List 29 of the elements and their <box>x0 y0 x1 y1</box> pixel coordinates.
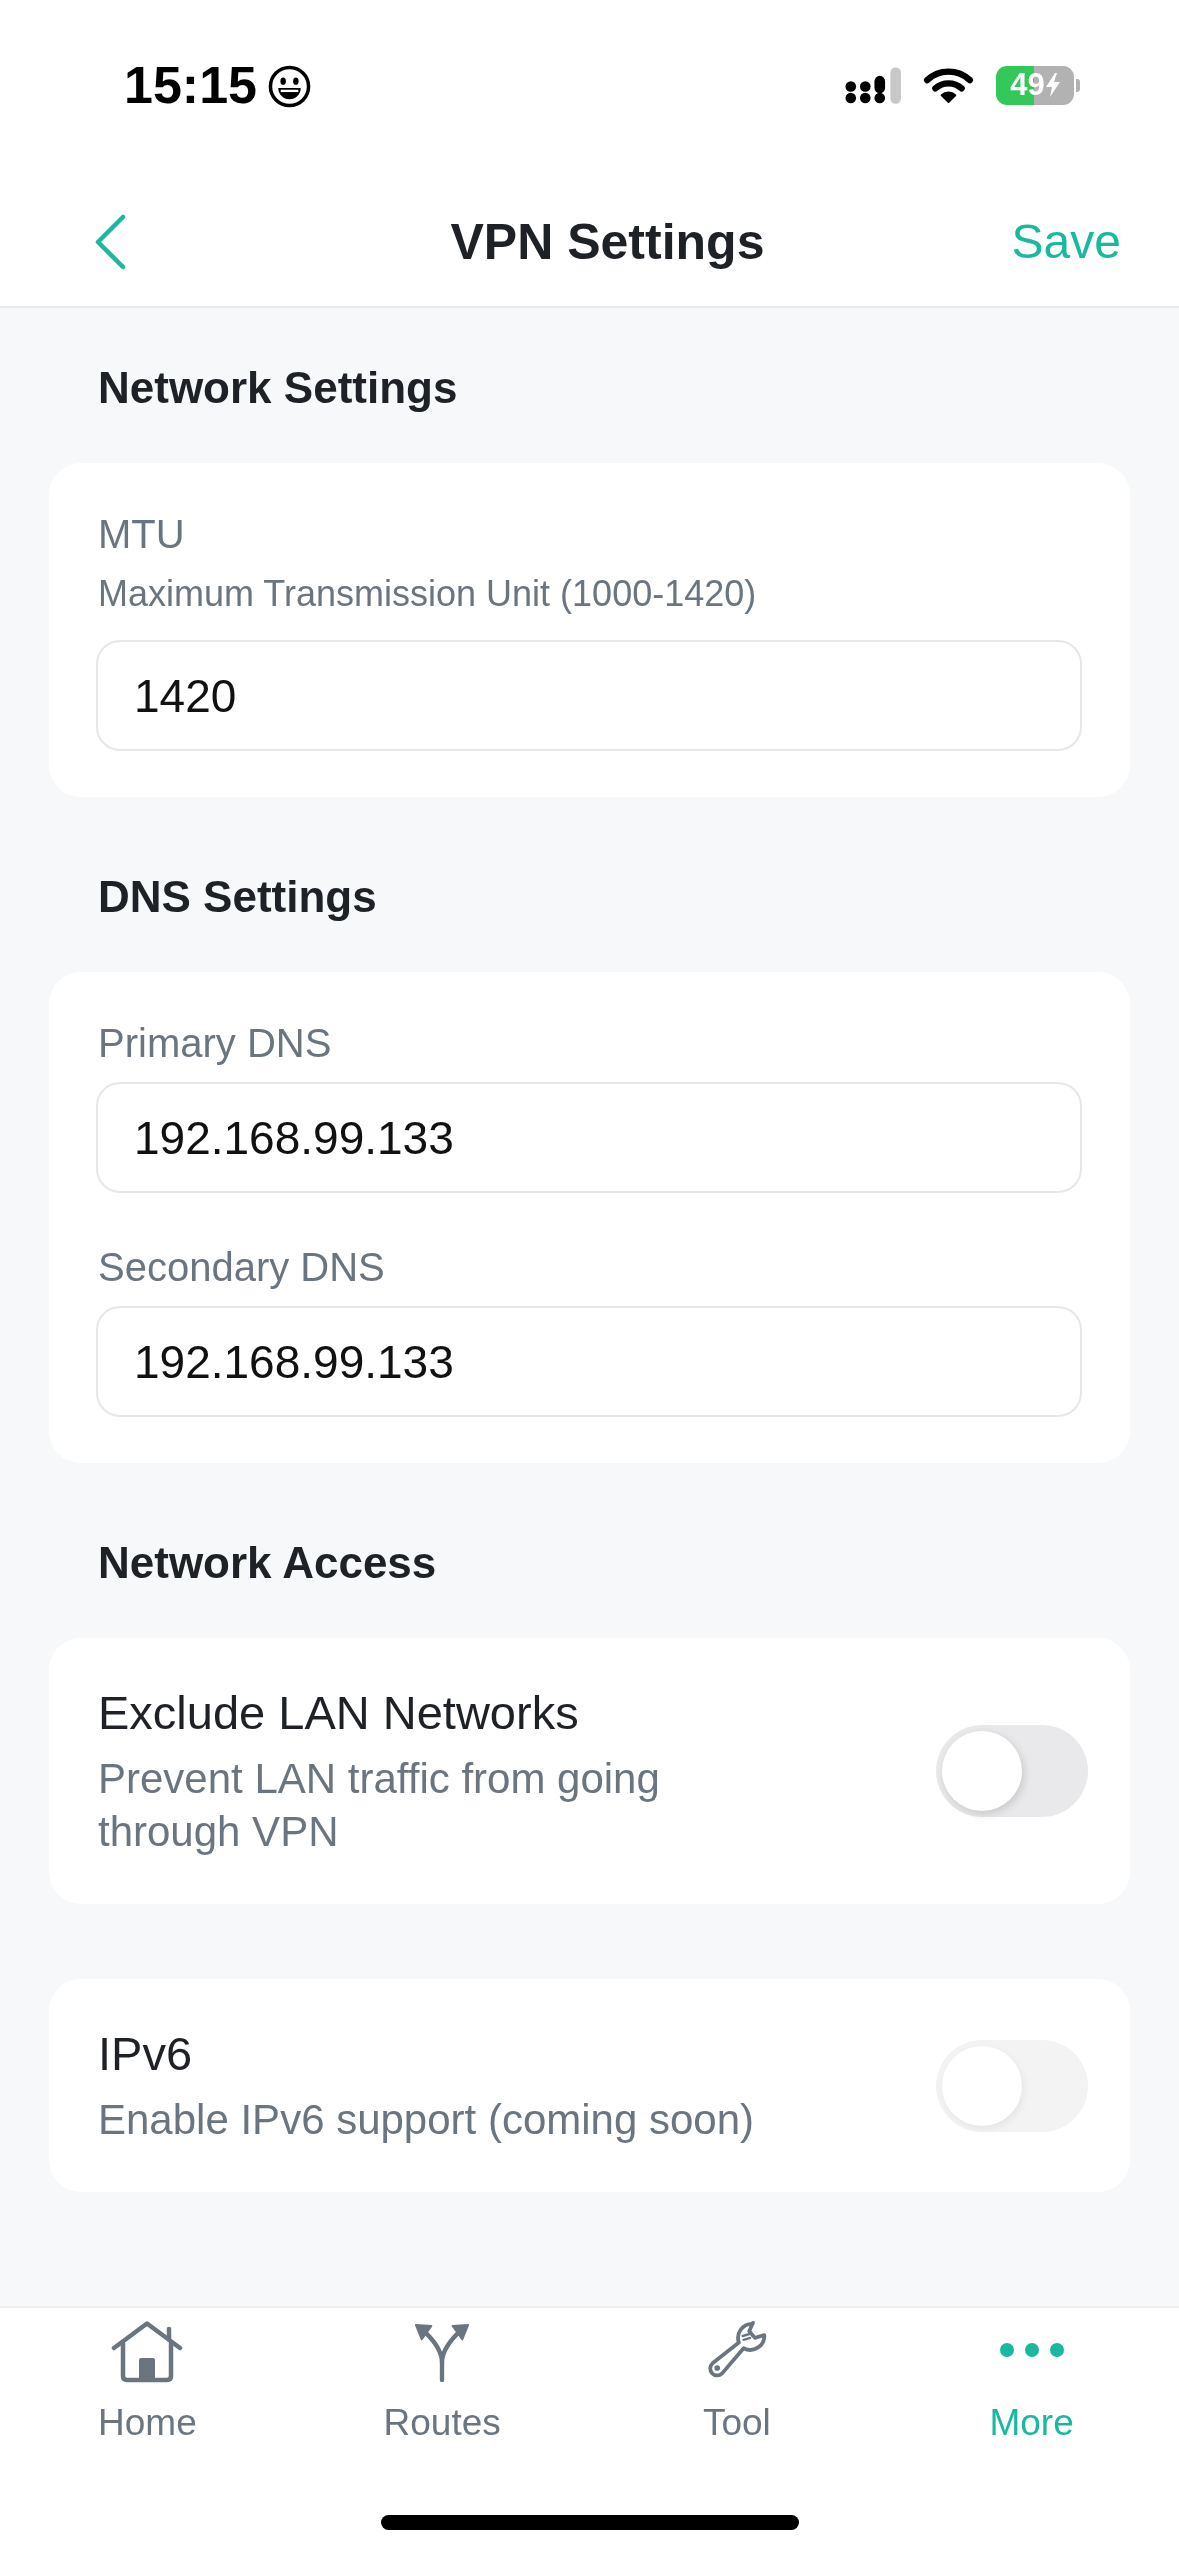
page-title: VPN Settings <box>449 213 766 272</box>
smiley-face-icon <box>268 64 311 108</box>
field-label: Primary DNS <box>98 1020 333 1067</box>
input-field[interactable]: 192.168.99.133 <box>96 1306 1082 1417</box>
section-heading: DNS Settings <box>97 871 378 923</box>
input-field[interactable]: 1420 <box>96 640 1082 751</box>
save-button[interactable]: Save <box>1011 213 1121 271</box>
setting-description: Prevent LAN traffic from going through VPN <box>98 1754 661 1857</box>
section-heading: Network Access <box>97 1537 438 1589</box>
lightning-bolt-icon <box>1045 73 1060 97</box>
setting-title: IPv6 <box>98 2026 194 2082</box>
setting-description: Enable IPv6 support (coming soon) <box>98 2095 756 2145</box>
tab-bar-item[interactable]: More <box>884 2308 1179 2445</box>
house-icon <box>111 2321 184 2383</box>
three-dots-icon <box>998 2342 1065 2358</box>
setting-title: Exclude LAN Networks <box>98 1685 580 1741</box>
field-label: Secondary DNS <box>98 1244 386 1291</box>
chevron-left-icon[interactable] <box>94 214 126 270</box>
status-time: 15:15 <box>124 55 257 115</box>
field-description: Maximum Transmission Unit (1000-1420) <box>98 572 758 616</box>
fork-arrows-icon <box>413 2322 472 2382</box>
signal-bars-icon <box>845 66 901 104</box>
tab-bar-item[interactable]: Home <box>0 2308 295 2445</box>
field-label: MTU <box>98 511 186 558</box>
tab-bar-item[interactable]: Routes <box>294 2308 590 2445</box>
input-field[interactable]: 192.168.99.133 <box>96 1082 1082 1193</box>
wifi-icon <box>923 67 974 103</box>
section-heading: Network Settings <box>97 362 459 414</box>
tab-bar-item[interactable]: Tool <box>589 2308 885 2445</box>
